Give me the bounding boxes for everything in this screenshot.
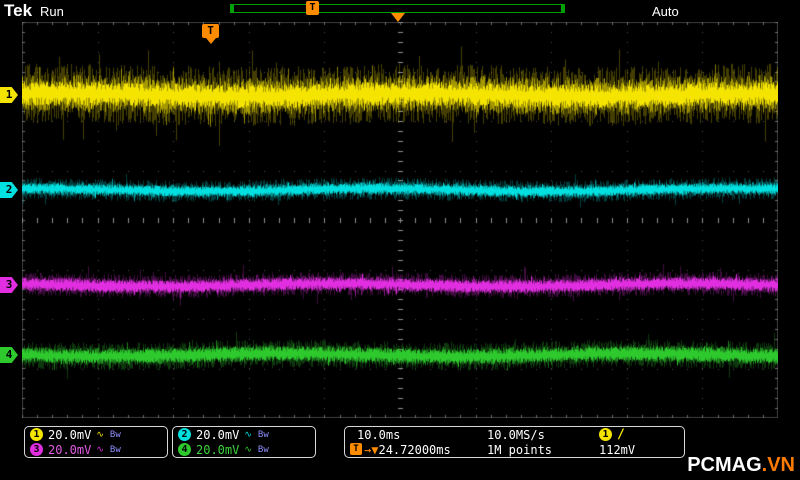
channel-readout-4: 4 20.0mV ∿ Bw bbox=[173, 442, 315, 457]
trigger-flag[interactable]: T bbox=[202, 24, 219, 44]
coupling-icon-2: ∿ bbox=[244, 429, 253, 440]
timebase-value: 10.0ms bbox=[357, 428, 401, 442]
trigger-level-value: 112mV bbox=[599, 443, 636, 457]
watermark: PCMAG.VN bbox=[687, 454, 795, 477]
horizontal-trigger-readout-box: 10.0ms 10.0MS/s 1 ∕ T →▼24.72000ms 1M po… bbox=[344, 426, 685, 458]
channel-scale-2: 20.0mV bbox=[196, 427, 240, 442]
coupling-icon-4: ∿ bbox=[244, 444, 253, 455]
record-length-value: 1M points bbox=[487, 443, 553, 457]
trigger-slope-icon: ∕ bbox=[617, 427, 625, 442]
bandwidth-icon-4: Bw bbox=[257, 444, 269, 455]
channel-badge-1: 1 bbox=[30, 428, 43, 441]
channel-readout-box-2-4: 2 20.0mV ∿ Bw 4 20.0mV ∿ Bw bbox=[172, 426, 316, 458]
record-view-bar[interactable] bbox=[230, 4, 565, 13]
channel-scale-1: 20.0mV bbox=[48, 427, 92, 442]
channel-marker-3[interactable]: 3 bbox=[0, 277, 18, 293]
channel-scale-3: 20.0mV bbox=[48, 442, 92, 457]
channel-badge-2: 2 bbox=[178, 428, 191, 441]
channel-readout-2: 2 20.0mV ∿ Bw bbox=[173, 427, 315, 442]
coupling-icon-3: ∿ bbox=[96, 444, 105, 455]
trigger-time-text: 24.72000ms bbox=[378, 443, 451, 457]
trigger-position-arrow-icon[interactable] bbox=[391, 13, 405, 22]
channel-badge-4: 4 bbox=[178, 443, 191, 456]
trigger-time-value: →▼24.72000ms bbox=[364, 443, 451, 457]
channel-marker-2[interactable]: 2 bbox=[0, 182, 18, 198]
channel-marker-1[interactable]: 1 bbox=[0, 87, 18, 103]
channel-marker-4[interactable]: 4 bbox=[0, 347, 18, 363]
trigger-t-icon: T bbox=[350, 443, 362, 455]
trigger-readout-row: T →▼24.72000ms 1M points 112mV bbox=[345, 442, 684, 457]
brand-logo: Tek bbox=[4, 1, 33, 20]
horizontal-readout-row: 10.0ms 10.0MS/s 1 ∕ bbox=[345, 427, 684, 442]
channel-readout-box-1-3: 1 20.0mV ∿ Bw 3 20.0mV ∿ Bw bbox=[24, 426, 168, 458]
channel-badge-3: 3 bbox=[30, 443, 43, 456]
bandwidth-icon-1: Bw bbox=[109, 429, 121, 440]
bandwidth-icon-3: Bw bbox=[109, 444, 121, 455]
watermark-primary: PCMAG bbox=[687, 454, 762, 476]
oscilloscope-screen: Tek Run T Auto T 1 2 3 4 1 20.0mV ∿ Bw 3… bbox=[0, 0, 800, 480]
trigger-source-badge: 1 bbox=[599, 428, 612, 441]
watermark-secondary: .VN bbox=[761, 454, 795, 476]
coupling-icon-1: ∿ bbox=[96, 429, 105, 440]
record-trigger-marker[interactable]: T bbox=[306, 1, 319, 15]
trigger-mode-label: Auto bbox=[652, 4, 679, 19]
channel-scale-4: 20.0mV bbox=[196, 442, 240, 457]
acquisition-status: Run bbox=[40, 4, 64, 19]
channel-readout-1: 1 20.0mV ∿ Bw bbox=[25, 427, 167, 442]
waveform-display bbox=[22, 22, 778, 418]
bandwidth-icon-2: Bw bbox=[257, 429, 269, 440]
channel-readout-3: 3 20.0mV ∿ Bw bbox=[25, 442, 167, 457]
sample-rate-value: 10.0MS/s bbox=[487, 428, 545, 442]
